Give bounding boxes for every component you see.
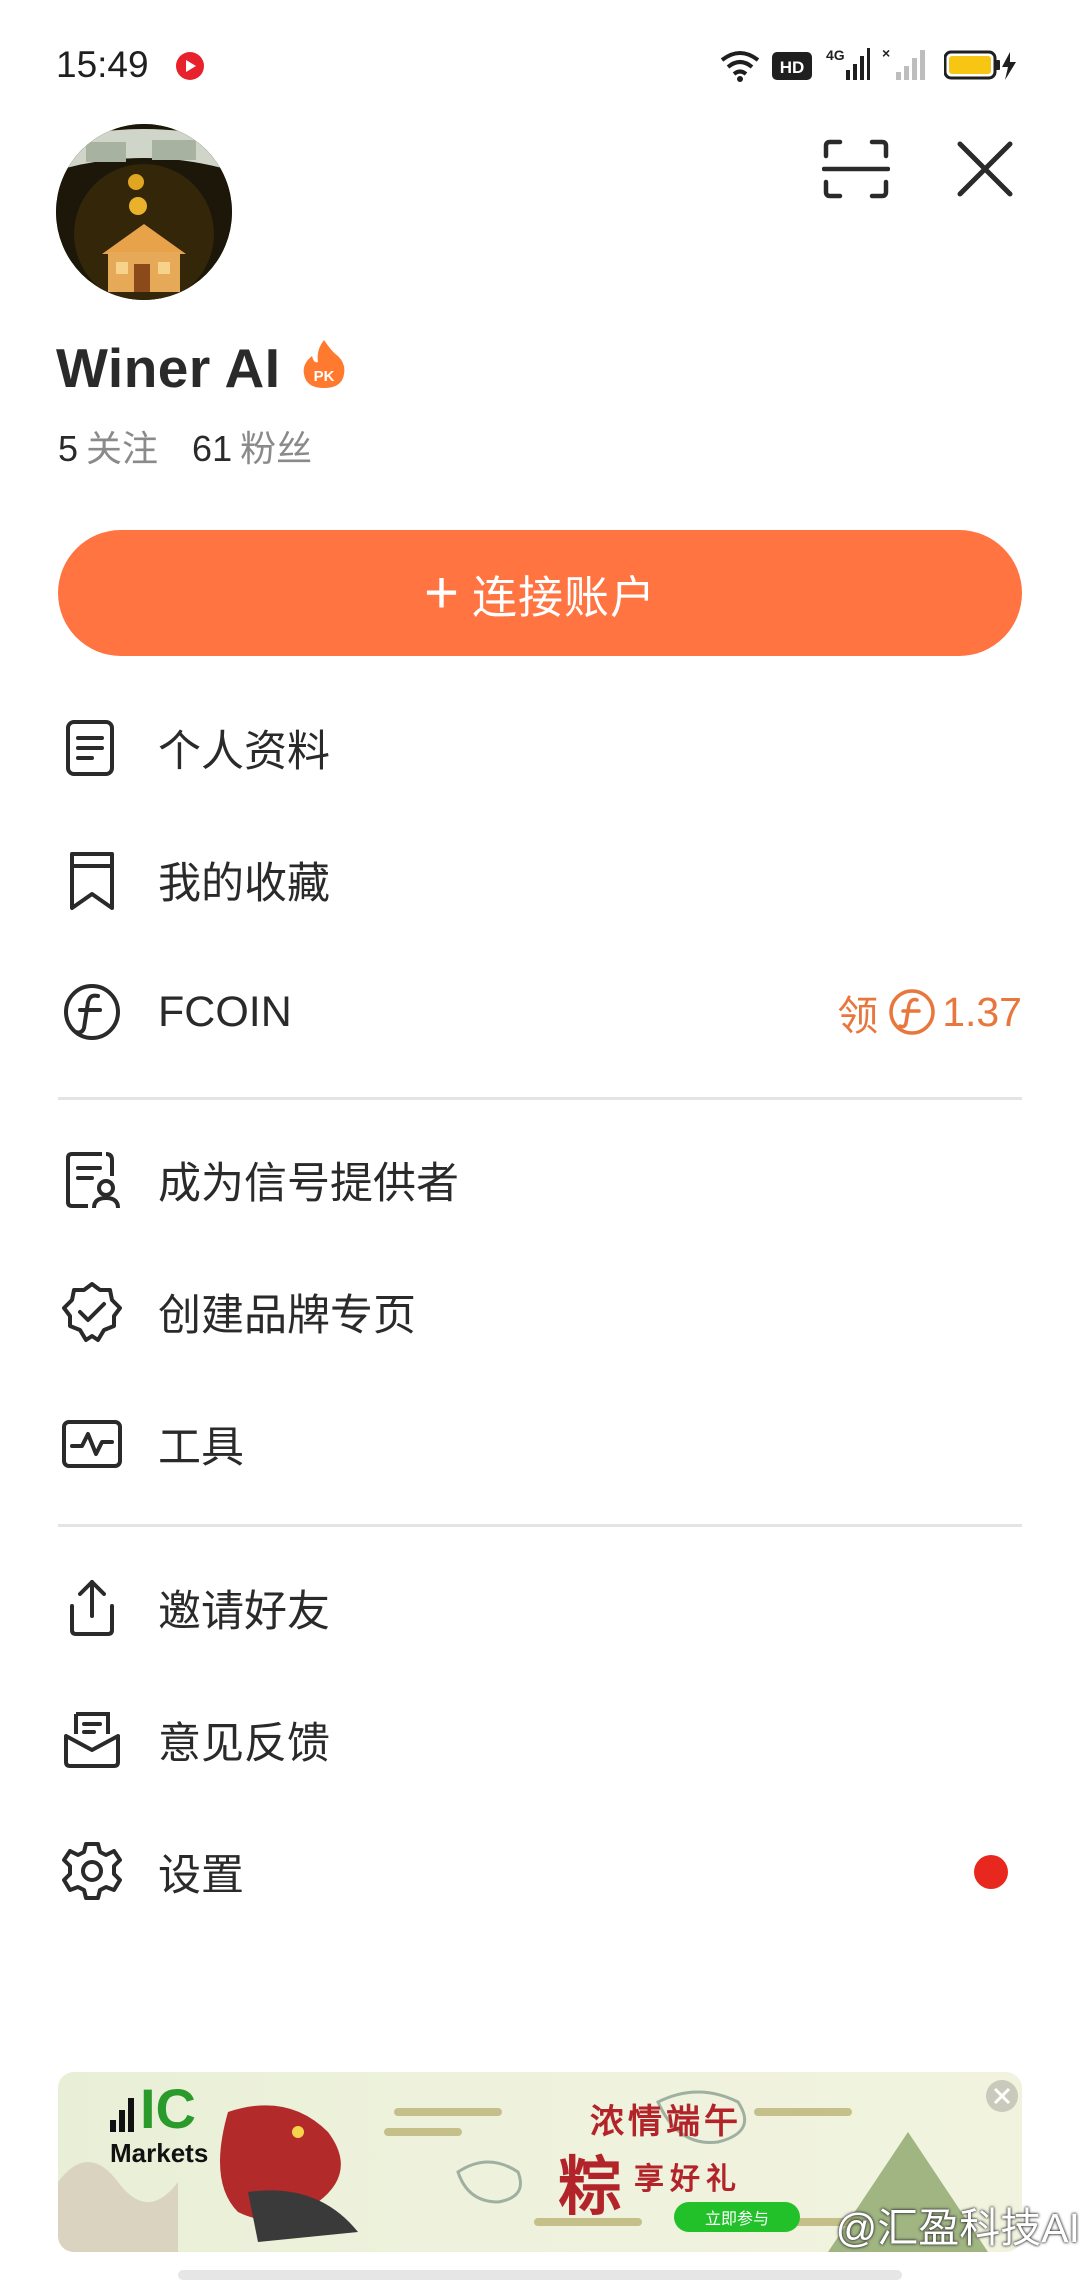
connect-account-label: 连接账户 xyxy=(472,571,657,623)
followers-label: 粉丝 xyxy=(240,428,313,469)
feedback-icon xyxy=(64,1712,120,1768)
signal-off-icon: × xyxy=(882,46,925,80)
icmarkets-logo: IC xyxy=(110,2077,196,2140)
menu-item-brand-page[interactable]: 创建品牌专页 xyxy=(58,1262,1022,1362)
username: Winer AI xyxy=(56,337,281,399)
pk-flame-icon: PK xyxy=(303,340,345,388)
followers-count: 61 xyxy=(192,428,233,469)
gear-icon xyxy=(62,1842,122,1900)
brand-ic: IC xyxy=(140,2077,196,2140)
menu-label-signal-provider: 成为信号提供者 xyxy=(158,1160,459,1208)
watermark: @汇盈科技AI xyxy=(835,2205,1080,2251)
house-money-avatar xyxy=(56,124,232,300)
menu-label-settings: 设置 xyxy=(158,1852,244,1900)
bookmark-icon xyxy=(70,852,114,910)
screen-record-icon xyxy=(176,52,204,80)
hd-icon: HD xyxy=(772,52,812,80)
svg-text:×: × xyxy=(882,46,890,61)
signal-4g-icon: 4G xyxy=(826,47,870,80)
fcoin-claim-label: 领 xyxy=(837,993,879,1039)
brand-markets: Markets xyxy=(110,2138,209,2168)
avatar[interactable] xyxy=(56,124,232,300)
following-count: 5 xyxy=(58,428,79,469)
banner-big-char: 粽 xyxy=(558,2150,622,2225)
pk-badge-text: PK xyxy=(314,368,335,385)
svg-text:4G: 4G xyxy=(826,47,845,63)
close-icon[interactable] xyxy=(952,136,1018,202)
svg-text:HD: HD xyxy=(780,58,805,77)
verified-badge-icon xyxy=(62,1282,122,1342)
connect-account-button[interactable]: + 连接账户 xyxy=(58,530,1022,656)
menu-label-invite: 邀请好友 xyxy=(158,1588,330,1636)
following-stat[interactable]: 5 关注 xyxy=(58,428,158,469)
fcoin-claim[interactable]: 领 1.37 xyxy=(837,982,1022,1042)
menu-label-brand-page: 创建品牌专页 xyxy=(158,1292,416,1340)
divider xyxy=(58,1097,1022,1100)
menu-item-tools[interactable]: 工具 xyxy=(58,1394,1022,1494)
signal-provider-icon xyxy=(66,1152,120,1209)
battery-charging-icon xyxy=(944,50,1016,80)
follow-stats: 5 关注 61 粉丝 xyxy=(58,420,312,472)
menu-label-feedback: 意见反馈 xyxy=(158,1720,330,1768)
menu-item-favorites[interactable]: 我的收藏 xyxy=(58,830,1022,930)
status-time: 15:49 xyxy=(56,44,149,85)
menu-item-settings[interactable]: 设置 xyxy=(58,1822,1022,1922)
pulse-chart-icon xyxy=(62,1420,122,1468)
menu-label-tools: 工具 xyxy=(158,1424,244,1472)
banner-subtitle: 享好礼 xyxy=(634,2162,742,2197)
menu-item-feedback[interactable]: 意见反馈 xyxy=(58,1690,1022,1790)
wifi-icon xyxy=(720,51,760,82)
scan-icon[interactable] xyxy=(822,138,890,200)
menu-item-signal-provider[interactable]: 成为信号提供者 xyxy=(58,1130,1022,1230)
fcoin-icon xyxy=(64,984,120,1040)
followers-stat[interactable]: 61 粉丝 xyxy=(192,428,312,469)
bars-logo-icon xyxy=(110,2098,134,2132)
plus-icon: + xyxy=(423,559,461,626)
status-bar: 15:49 HD 4G × xyxy=(0,0,1080,130)
menu-label-favorites: 我的收藏 xyxy=(158,860,330,908)
fcoin-value: 1.37 xyxy=(942,988,1022,1035)
menu-item-profile[interactable]: 个人资料 xyxy=(58,698,1022,798)
divider xyxy=(58,1524,1022,1527)
following-label: 关注 xyxy=(86,428,159,469)
notification-dot xyxy=(974,1855,1008,1889)
document-icon xyxy=(66,720,114,776)
menu-label-fcoin: FCOIN xyxy=(158,987,292,1036)
menu-item-fcoin[interactable]: FCOIN 领 1.37 xyxy=(58,962,1022,1062)
banner-cta-button[interactable]: 立即参与 xyxy=(674,2202,800,2232)
fcoin-orange-icon xyxy=(889,989,935,1035)
menu-label-profile: 个人资料 xyxy=(158,728,330,776)
share-icon xyxy=(70,1580,114,1636)
home-indicator[interactable] xyxy=(178,2270,902,2280)
menu-item-invite[interactable]: 邀请好友 xyxy=(58,1558,1022,1658)
